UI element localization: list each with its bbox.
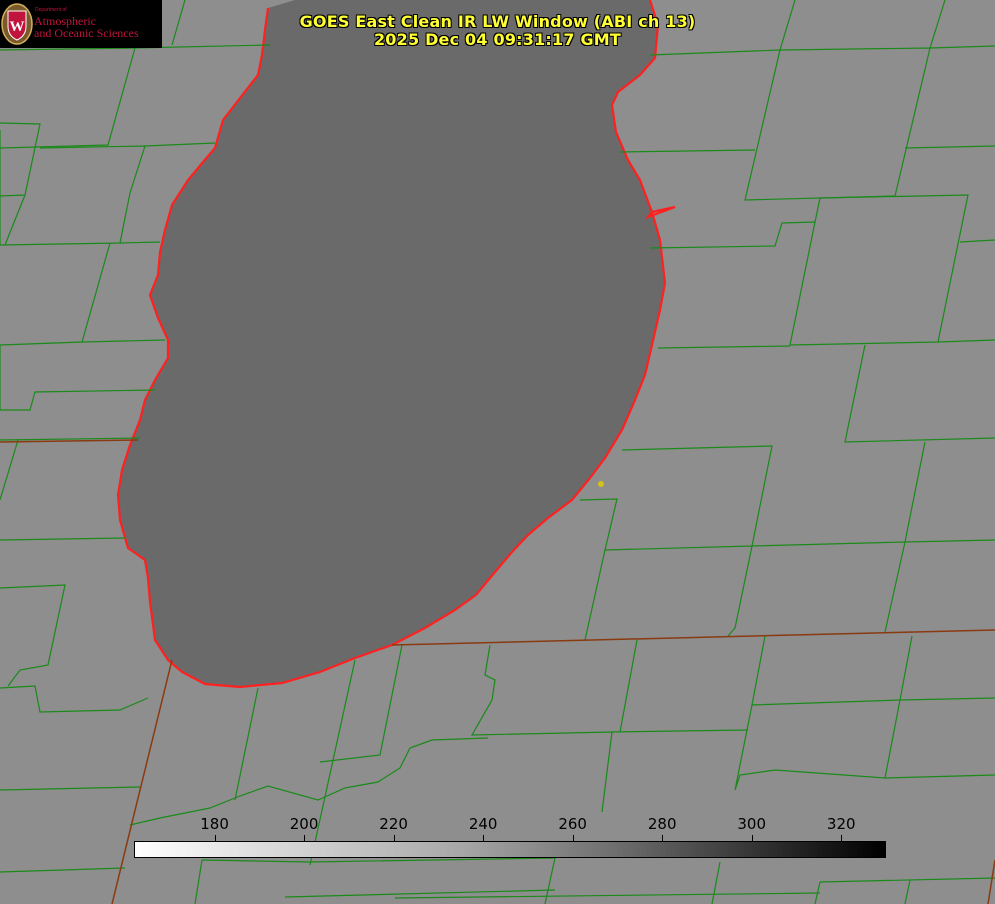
colorbar-tick-mark (215, 835, 216, 841)
map-layers (0, 0, 995, 904)
image-title: GOES East Clean IR LW Window (ABI ch 13) (299, 12, 696, 31)
colorbar-tick-label: 200 (289, 815, 319, 833)
satellite-map (0, 0, 995, 904)
colorbar (134, 841, 886, 858)
colorbar-tick-label: 220 (379, 815, 408, 833)
colorbar-tick-mark (394, 835, 395, 841)
colorbar-tick-label: 260 (558, 815, 587, 833)
colorbar-tick-label: 280 (647, 815, 677, 833)
colorbar-tick-mark (483, 835, 484, 841)
colorbar-tick-mark (573, 835, 574, 841)
colorbar-tick-mark (304, 835, 305, 841)
station-dot (598, 481, 604, 487)
colorbar-tick-label: 300 (737, 815, 767, 833)
colorbar-tick-label: 240 (468, 815, 498, 833)
colorbar-tick-label: 320 (826, 815, 856, 833)
colorbar-tick-mark (752, 835, 753, 841)
colorbar-tick-mark (841, 835, 842, 841)
colorbar-tick-mark (662, 835, 663, 841)
image-timestamp: 2025 Dec 04 09:31:17 GMT (373, 30, 622, 49)
colorbar-tick-label: 180 (200, 815, 229, 833)
